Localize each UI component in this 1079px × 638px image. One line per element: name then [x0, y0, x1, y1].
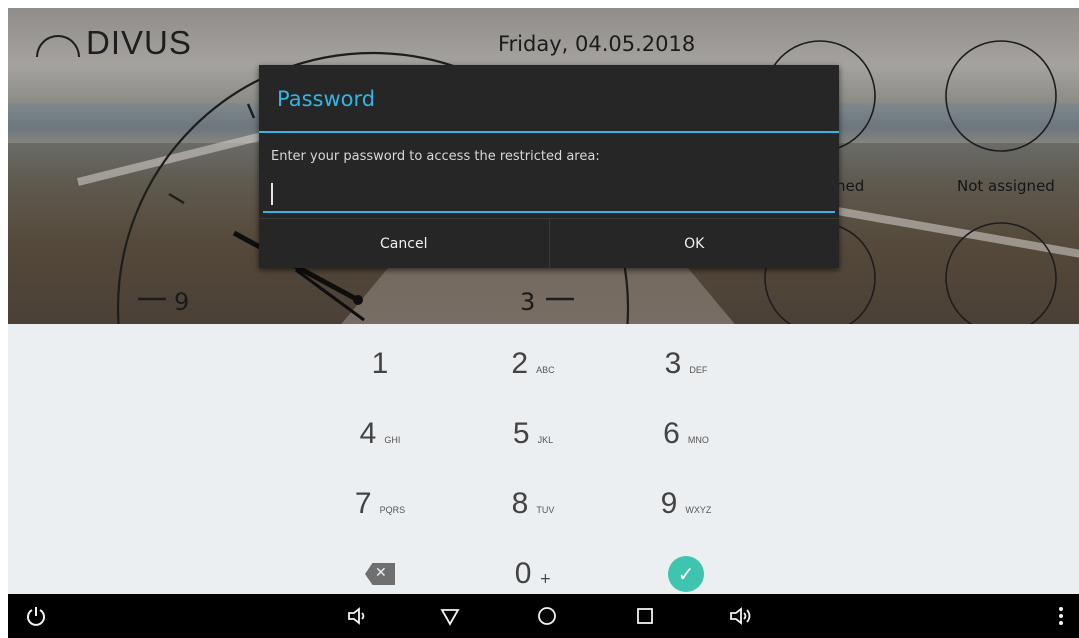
clock-label-3: 3 — [520, 288, 536, 316]
clock-label-9: 9 — [174, 288, 190, 316]
key-6[interactable]: 6 MNO — [611, 406, 761, 462]
screen: 9 3 DIVUS Friday, 04.05.2018 ned Not ass… — [8, 8, 1079, 638]
volume-up-icon[interactable] — [726, 602, 756, 630]
volume-down-icon[interactable] — [343, 602, 373, 630]
key-8[interactable]: 8 TUV — [458, 476, 608, 532]
dialog-title-divider — [259, 131, 839, 133]
key-1[interactable]: 1 — [305, 336, 455, 392]
checkmark-icon: ✓ — [668, 556, 704, 592]
overflow-menu-icon[interactable] — [1054, 602, 1068, 630]
divus-logo: DIVUS — [36, 24, 192, 62]
power-icon[interactable] — [22, 602, 50, 630]
backspace-icon — [365, 563, 395, 585]
dialog-title: Password — [277, 87, 376, 111]
dialog-buttons: Cancel OK — [259, 218, 839, 269]
dialog-message: Enter your password to access the restri… — [271, 149, 600, 164]
key-5[interactable]: 5 JKL — [458, 406, 608, 462]
home-icon[interactable] — [532, 602, 562, 630]
key-4[interactable]: 4 GHI — [305, 406, 455, 462]
key-2[interactable]: 2 ABC — [458, 336, 608, 392]
key-7[interactable]: 7 PQRS — [305, 476, 455, 532]
back-nav-icon[interactable] — [435, 602, 465, 630]
recents-icon[interactable] — [630, 602, 660, 630]
numeric-keypad: 1 2 ABC 3 DEF 4 GHI 5 JKL 6 MNO 7 PQRS 8 TUV 9W… — [8, 324, 1079, 594]
slot-label-partial[interactable]: ned — [836, 177, 864, 195]
logo-arc-icon — [36, 35, 80, 57]
ok-button[interactable]: OK — [550, 219, 840, 269]
key-9[interactable]: 9 WXYZ — [611, 476, 761, 532]
text-caret — [271, 183, 273, 205]
password-dialog: Password Enter your password to access t… — [259, 65, 839, 269]
key-3[interactable]: 3 DEF — [611, 336, 761, 392]
system-navigation-bar — [8, 594, 1079, 638]
password-input[interactable] — [263, 177, 835, 213]
slot-label-not-assigned[interactable]: Not assigned — [957, 177, 1055, 195]
cancel-button[interactable]: Cancel — [259, 219, 550, 269]
date-display: Friday, 04.05.2018 — [498, 32, 696, 56]
